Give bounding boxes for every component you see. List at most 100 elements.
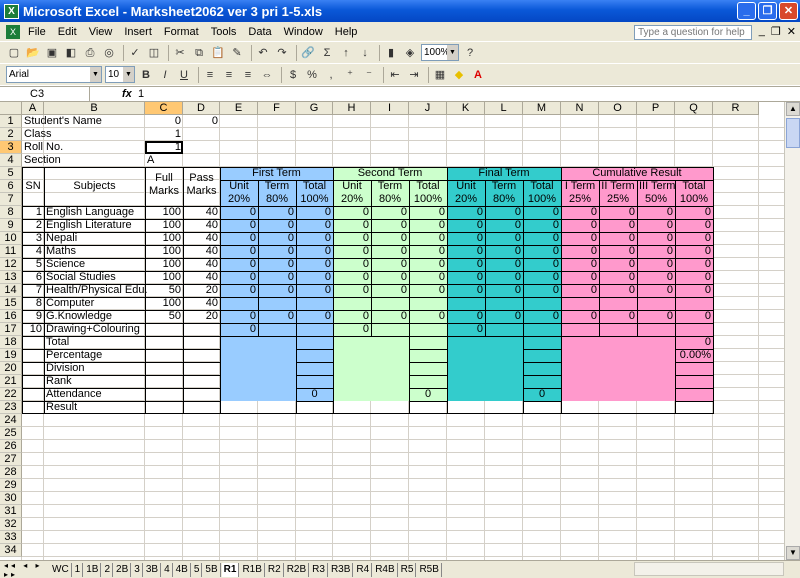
- row-header-13[interactable]: 13: [0, 271, 22, 284]
- sheet-tab-2b[interactable]: 2B: [114, 562, 132, 577]
- mark-value[interactable]: 0: [447, 323, 485, 336]
- mark-value[interactable]: 0: [258, 245, 296, 258]
- align-right-icon[interactable]: ≡: [240, 67, 256, 83]
- decrease-indent-icon[interactable]: ⇤: [387, 67, 403, 83]
- redo-icon[interactable]: ↷: [274, 45, 290, 61]
- mark-value[interactable]: 0: [258, 206, 296, 219]
- research-icon[interactable]: ◫: [146, 45, 162, 61]
- horizontal-scrollbar[interactable]: [634, 562, 784, 576]
- mark-value[interactable]: 0: [333, 323, 371, 336]
- row-header-32[interactable]: 32: [0, 518, 22, 531]
- mark-value[interactable]: 0: [561, 206, 599, 219]
- increase-indent-icon[interactable]: ⇥: [406, 67, 422, 83]
- header-term-pct[interactable]: 80%: [485, 193, 523, 206]
- mark-value[interactable]: 0: [371, 258, 409, 271]
- sheet-tab-4b[interactable]: 4B: [174, 562, 191, 577]
- subject-name[interactable]: Maths: [44, 245, 145, 258]
- mark-value[interactable]: 0: [485, 245, 523, 258]
- menu-file[interactable]: File: [22, 26, 52, 38]
- row-header-11[interactable]: 11: [0, 245, 22, 258]
- mark-value[interactable]: 0: [675, 271, 713, 284]
- mark-value[interactable]: 0: [637, 245, 675, 258]
- select-all-corner[interactable]: [0, 102, 22, 115]
- mark-value[interactable]: 0: [333, 232, 371, 245]
- mark-value[interactable]: 0: [258, 219, 296, 232]
- menu-data[interactable]: Data: [242, 26, 277, 38]
- mark-value[interactable]: 0: [371, 310, 409, 323]
- vertical-scrollbar[interactable]: ▲ ▼: [784, 102, 800, 560]
- sheet-tab-5[interactable]: 5: [192, 562, 203, 577]
- mark-value[interactable]: 0: [447, 206, 485, 219]
- mark-value[interactable]: 0: [409, 284, 447, 297]
- row-header-3[interactable]: 3: [0, 141, 22, 154]
- scroll-thumb[interactable]: [786, 118, 800, 148]
- row-header-27[interactable]: 27: [0, 453, 22, 466]
- mark-value[interactable]: 0: [220, 284, 258, 297]
- mark-value[interactable]: 0: [675, 219, 713, 232]
- scroll-down-icon[interactable]: ▼: [786, 546, 800, 560]
- column-header-i[interactable]: I: [371, 102, 409, 115]
- mark-value[interactable]: 0: [333, 206, 371, 219]
- copy-icon[interactable]: ⧉: [191, 45, 207, 61]
- sheet-tab-3b[interactable]: 3B: [144, 562, 162, 577]
- mark-value[interactable]: 0: [561, 232, 599, 245]
- permission-icon[interactable]: ◧: [63, 45, 79, 61]
- mark-value[interactable]: 0: [409, 206, 447, 219]
- column-header-p[interactable]: P: [637, 102, 675, 115]
- subject-name[interactable]: English Language: [44, 206, 145, 219]
- mark-value[interactable]: 0: [599, 245, 637, 258]
- header-full-marks[interactable]: Marks: [145, 185, 183, 198]
- attendance-final[interactable]: 0: [523, 388, 561, 401]
- label-class[interactable]: Class: [22, 128, 142, 141]
- mark-value[interactable]: 0: [220, 323, 258, 336]
- font-select[interactable]: Arial ▼: [6, 66, 102, 83]
- subject-name[interactable]: G.Knowledge: [44, 310, 145, 323]
- mark-value[interactable]: 0: [409, 310, 447, 323]
- mark-value[interactable]: 0: [675, 258, 713, 271]
- column-header-o[interactable]: O: [599, 102, 637, 115]
- mark-value[interactable]: 0: [333, 219, 371, 232]
- mark-value[interactable]: 0: [523, 284, 561, 297]
- mark-value[interactable]: 0: [599, 284, 637, 297]
- mark-value[interactable]: 0: [599, 310, 637, 323]
- row-header-21[interactable]: 21: [0, 375, 22, 388]
- underline-icon[interactable]: U: [176, 67, 192, 83]
- mark-value[interactable]: 0: [409, 271, 447, 284]
- column-header-k[interactable]: K: [447, 102, 485, 115]
- mark-value[interactable]: 0: [637, 258, 675, 271]
- header-subjects[interactable]: Subjects: [44, 167, 145, 206]
- header-term[interactable]: Term: [485, 180, 523, 193]
- mark-value[interactable]: 0: [447, 245, 485, 258]
- sheet-tab-5b[interactable]: 5B: [203, 562, 221, 577]
- header-total-pct[interactable]: 100%: [523, 193, 561, 206]
- subject-pass-marks[interactable]: [183, 323, 220, 336]
- mark-value[interactable]: 0: [409, 245, 447, 258]
- row-header-29[interactable]: 29: [0, 479, 22, 492]
- section-value[interactable]: A: [145, 154, 183, 167]
- total-value[interactable]: 0: [675, 336, 713, 349]
- currency-icon[interactable]: $: [285, 67, 301, 83]
- sort-descending-icon[interactable]: ↓: [357, 45, 373, 61]
- mark-value[interactable]: 0: [485, 258, 523, 271]
- subject-pass-marks[interactable]: 40: [183, 232, 220, 245]
- subject-full-marks[interactable]: 100: [145, 271, 183, 284]
- mark-value[interactable]: 0: [371, 284, 409, 297]
- mark-value[interactable]: 0: [371, 232, 409, 245]
- label-section[interactable]: Section: [22, 154, 142, 167]
- subject-pass-marks[interactable]: 40: [183, 271, 220, 284]
- column-header-h[interactable]: H: [333, 102, 371, 115]
- subject-full-marks[interactable]: 100: [145, 245, 183, 258]
- header-second-term[interactable]: Second Term: [333, 167, 447, 180]
- paste-icon[interactable]: 📋: [210, 45, 226, 61]
- row-header-4[interactable]: 4: [0, 154, 22, 167]
- subject-sn[interactable]: 10: [22, 323, 44, 336]
- column-header-e[interactable]: E: [220, 102, 258, 115]
- subject-pass-marks[interactable]: 40: [183, 297, 220, 310]
- mark-value[interactable]: 0: [447, 258, 485, 271]
- row-header-16[interactable]: 16: [0, 310, 22, 323]
- spreadsheet-grid[interactable]: A B C D E F G H I J K L M N O P Q R 1 2 3 4 5 6 7 8 9 10 11 12 13 14 15 1…: [0, 102, 800, 560]
- menu-insert[interactable]: Insert: [118, 26, 158, 38]
- new-icon[interactable]: ▢: [6, 45, 22, 61]
- subject-sn[interactable]: 7: [22, 284, 44, 297]
- row-header-18[interactable]: 18: [0, 336, 22, 349]
